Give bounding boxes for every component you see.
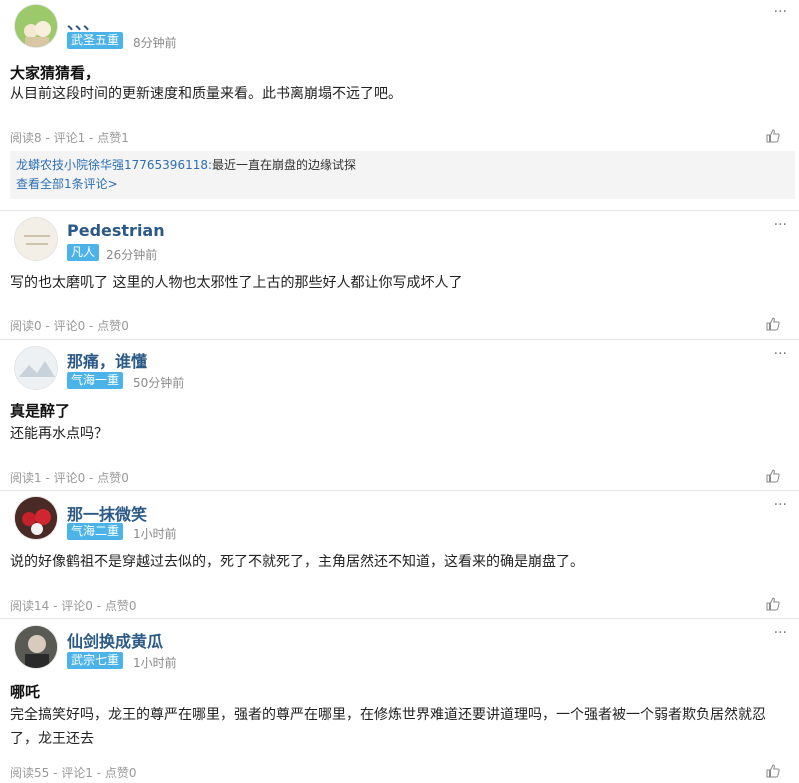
thumb-up-icon[interactable]	[766, 764, 780, 778]
post-card: 那一抹微笑 气海二重 1小时前 ··· 说的好像鹤祖不是穿越过去似的，死了不就死…	[0, 491, 799, 618]
post-card: 仙剑换成黄瓜 武宗七重 1小时前 ··· 哪吒 完全搞笑好吗，龙王的尊严在哪里，…	[0, 619, 799, 783]
username[interactable]: 那一抹微笑	[67, 501, 147, 525]
avatar-image	[15, 626, 57, 668]
post-title: 真是醉了	[10, 402, 71, 420]
post-time: 50分钟前	[133, 376, 185, 390]
view-all-replies-link[interactable]: 查看全部1条评论>	[16, 175, 789, 194]
post-title: 大家猜猜看，	[10, 64, 101, 82]
post-body: 从目前这段时间的更新速度和质量来看。此书离崩塌不远了吧。	[10, 86, 402, 102]
level-badge: 武宗七重	[67, 652, 124, 669]
avatar[interactable]	[14, 496, 58, 540]
post-body: 说的好像鹤祖不是穿越过去似的，死了不就死了，主角居然还不知道，这看来的确是崩盘了…	[10, 554, 584, 570]
post-time: 26分钟前	[106, 248, 158, 262]
reply-text: 最近一直在崩盘的边缘试探	[212, 158, 357, 172]
avatar-image	[15, 5, 57, 47]
post-time: 8分钟前	[133, 36, 177, 50]
thumb-up-icon[interactable]	[766, 129, 780, 143]
more-dots-icon[interactable]: ···	[774, 347, 787, 361]
reply-author[interactable]: 龙蟒农技小院徐华强17765396118:	[16, 158, 212, 172]
avatar[interactable]	[14, 346, 58, 390]
post-stats: 阅读55 - 评论1 - 点赞0	[10, 766, 137, 780]
avatar-image	[15, 218, 57, 260]
post-card: Pedestrian 凡人 26分钟前 ··· 写的也太磨叽了 这里的人物也太邪…	[0, 211, 799, 340]
post-body: 还能再水点吗？	[10, 426, 108, 442]
post-stats: 阅读14 - 评论0 - 点赞0	[10, 599, 137, 613]
post-time: 1小时前	[133, 527, 177, 541]
more-dots-icon[interactable]: ···	[774, 498, 787, 512]
reply-preview[interactable]: 龙蟒农技小院徐华强17765396118:最近一直在崩盘的边缘试探 查看全部1条…	[10, 151, 795, 199]
username[interactable]: 仙剑换成黄瓜	[67, 628, 163, 652]
level-badge: 气海一重	[67, 372, 124, 389]
username[interactable]: 那痛，谁懂	[67, 348, 147, 372]
avatar[interactable]	[14, 217, 58, 261]
more-dots-icon[interactable]: ···	[774, 5, 787, 19]
post-title: 哪吒	[10, 683, 41, 701]
post-card: 那痛，谁懂 气海一重 50分钟前 ··· 真是醉了 还能再水点吗？ 阅读1 - …	[0, 340, 799, 490]
level-badge: 武圣五重	[67, 32, 124, 49]
more-dots-icon[interactable]: ···	[774, 218, 787, 232]
username[interactable]: 、、、	[67, 10, 99, 34]
post-stats: 阅读1 - 评论0 - 点赞0	[10, 471, 129, 485]
post-time: 1小时前	[133, 656, 177, 670]
level-badge: 凡人	[67, 244, 100, 261]
avatar[interactable]	[14, 625, 58, 669]
post-stats: 阅读8 - 评论1 - 点赞1	[10, 131, 129, 145]
thumb-up-icon[interactable]	[766, 469, 780, 483]
avatar[interactable]	[14, 4, 58, 48]
more-dots-icon[interactable]: ···	[774, 626, 787, 640]
thumb-up-icon[interactable]	[766, 317, 780, 331]
post-body: 完全搞笑好吗，龙王的尊严在哪里，强者的尊严在哪里，在修炼世界难道还要讲道理吗，一…	[10, 707, 766, 747]
avatar-image	[15, 497, 57, 539]
post-body: 写的也太磨叽了 这里的人物也太邪性了上古的那些好人都让你写成坏人了	[10, 275, 463, 291]
avatar-image	[15, 347, 57, 389]
post-stats: 阅读0 - 评论0 - 点赞0	[10, 319, 129, 333]
thumb-up-icon[interactable]	[766, 597, 780, 611]
post-card: 、、、 武圣五重 8分钟前 ··· 大家猜猜看， 从目前这段时间的更新速度和质量…	[0, 0, 799, 210]
username[interactable]: Pedestrian	[67, 221, 165, 240]
level-badge: 气海二重	[67, 523, 124, 540]
